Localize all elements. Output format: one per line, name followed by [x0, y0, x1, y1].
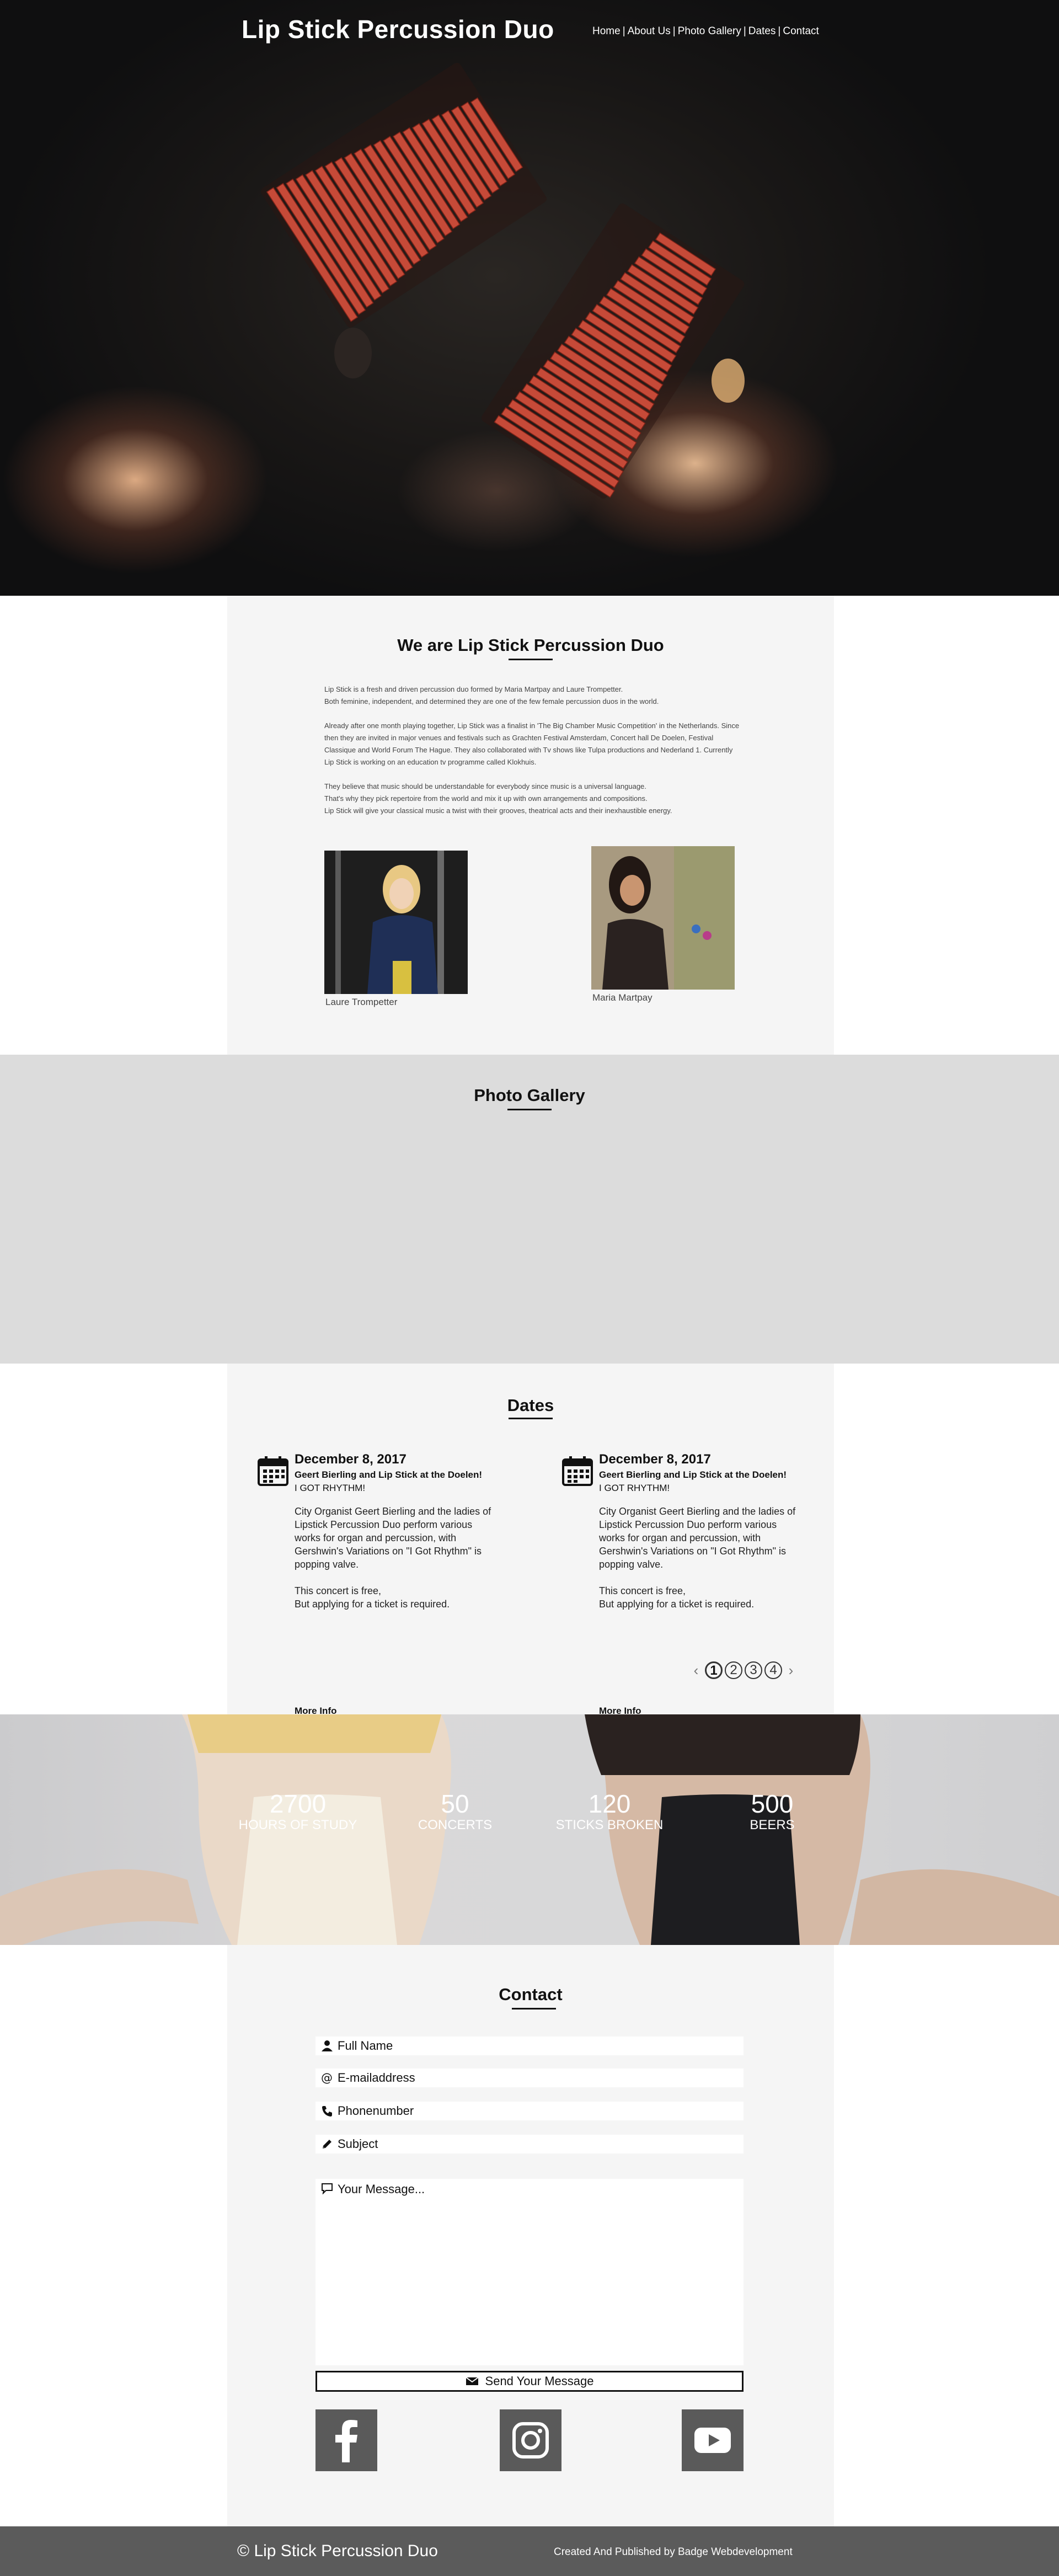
laure-photo [324, 851, 468, 994]
laure-portrait [324, 851, 468, 994]
stat-number: 50 [441, 1789, 469, 1818]
marimba-left-image [261, 62, 745, 499]
footer: © Lip Stick Percussion Duo Created And P… [0, 2526, 1059, 2576]
message-field [315, 2179, 744, 2365]
contact-section: Contact @ Send Your Message [227, 1945, 834, 2526]
event-description: City Organist Geert Bierling and the lad… [599, 1505, 803, 1624]
stat-number: 120 [588, 1789, 631, 1818]
about-text: Lip Stick is a fresh and driven percussi… [324, 683, 744, 829]
stat-number: 500 [751, 1789, 794, 1818]
title-underline [509, 1418, 553, 1419]
performer-right [712, 359, 745, 403]
stat-sticks: 120 STICKS BROKEN [552, 1789, 667, 1832]
comment-icon [322, 2183, 333, 2194]
about-section: We are Lip Stick Percussion Duo Lip Stic… [227, 596, 834, 1055]
dates-title: Dates [507, 1396, 554, 1415]
page-4-button[interactable]: 4 [764, 1661, 782, 1679]
facebook-icon [335, 2420, 357, 2462]
event-description: City Organist Geert Bierling and the lad… [295, 1505, 499, 1624]
event-title: Geert Bierling and Lip Stick at the Doel… [599, 1469, 787, 1480]
stat-concerts: 50 CONCERTS [408, 1789, 502, 1832]
stat-label: CONCERTS [418, 1818, 493, 1832]
event-subtitle: I GOT RHYTHM! [295, 1483, 366, 1493]
facebook-link[interactable] [315, 2409, 377, 2471]
email-input[interactable] [338, 2070, 735, 2086]
laure-caption: Laure Trompetter [325, 997, 398, 1007]
title-underline [509, 659, 553, 660]
page-3-button[interactable]: 3 [745, 1661, 762, 1679]
event-date: December 8, 2017 [599, 1452, 711, 1467]
performer-left [334, 328, 372, 378]
title-underline [507, 1109, 552, 1110]
message-textarea[interactable] [338, 2182, 735, 2359]
instagram-link[interactable] [500, 2409, 561, 2471]
event-title: Geert Bierling and Lip Stick at the Doel… [295, 1469, 483, 1480]
stat-number: 2700 [269, 1789, 327, 1818]
event-ticket-text: This concert is free, But applying for a… [599, 1585, 755, 1610]
full-name-input[interactable] [338, 2038, 735, 2054]
photo-gallery-section: Photo Gallery [0, 1055, 1059, 1364]
event-ticket-text: This concert is free, But applying for a… [295, 1585, 450, 1610]
event-subtitle: I GOT RHYTHM! [599, 1483, 670, 1493]
hero-section: Lip Stick Percussion Duo Home | About Us |… [0, 0, 1059, 596]
youtube-link[interactable] [682, 2409, 744, 2471]
calendar-icon [258, 1456, 288, 1486]
dates-pagination: ‹ 1 2 3 4 › [689, 1661, 798, 1679]
event-date: December 8, 2017 [295, 1452, 407, 1467]
stat-label: HOURS OF STUDY [238, 1818, 357, 1832]
subject-input[interactable] [338, 2136, 735, 2152]
stat-beers: 500 BEERS [734, 1789, 811, 1832]
user-icon [322, 2040, 333, 2051]
envelope-icon [465, 2377, 479, 2385]
maria-portrait [591, 846, 735, 990]
footer-credit: Created And Published by Badge Webdevelo… [554, 2546, 793, 2558]
phone-icon [322, 2106, 332, 2117]
page-1-button[interactable]: 1 [705, 1661, 723, 1679]
send-message-button[interactable]: Send Your Message [315, 2371, 744, 2392]
contact-title: Contact [499, 1985, 563, 2004]
gallery-title: Photo Gallery [474, 1086, 585, 1105]
stat-hours: 2700 HOURS OF STUDY [237, 1789, 359, 1832]
about-paragraph-3: They believe that music should be unders… [324, 782, 672, 815]
title-underline [512, 2008, 556, 2010]
send-button-label: Send Your Message [485, 2374, 594, 2388]
dates-section: Dates December 8, 2017 Geert Bierling an… [227, 1364, 834, 1716]
about-paragraph-2: Already after one month playing together… [324, 722, 740, 766]
full-name-field [315, 2037, 744, 2055]
calendar-icon [562, 1456, 593, 1486]
svg-text:@: @ [321, 2072, 333, 2084]
stat-label: BEERS [750, 1818, 795, 1832]
event-desc-text: City Organist Geert Bierling and the lad… [599, 1506, 796, 1570]
stats-section: 2700 HOURS OF STUDY 50 CONCERTS 120 STIC… [0, 1714, 1059, 1945]
pencil-icon [323, 2140, 331, 2149]
next-page-button[interactable]: › [784, 1662, 798, 1679]
instagram-icon [512, 2422, 549, 2459]
maria-photo [591, 846, 735, 990]
about-paragraph-1: Lip Stick is a fresh and driven percussi… [324, 685, 659, 706]
maria-caption: Maria Martpay [592, 992, 652, 1003]
page-2-button[interactable]: 2 [725, 1661, 742, 1679]
phone-field [315, 2102, 744, 2120]
event-desc-text: City Organist Geert Bierling and the lad… [295, 1506, 491, 1570]
about-title: We are Lip Stick Percussion Duo [397, 635, 664, 655]
email-field: @ [315, 2069, 744, 2087]
prev-page-button[interactable]: ‹ [689, 1662, 703, 1679]
phone-input[interactable] [338, 2103, 735, 2119]
subject-field [315, 2135, 744, 2153]
stat-label: STICKS BROKEN [555, 1818, 664, 1832]
at-sign-icon: @ [321, 2072, 333, 2084]
footer-copyright: © Lip Stick Percussion Duo [237, 2542, 438, 2560]
stats-background-image [0, 1714, 1059, 1945]
youtube-icon [694, 2428, 731, 2453]
